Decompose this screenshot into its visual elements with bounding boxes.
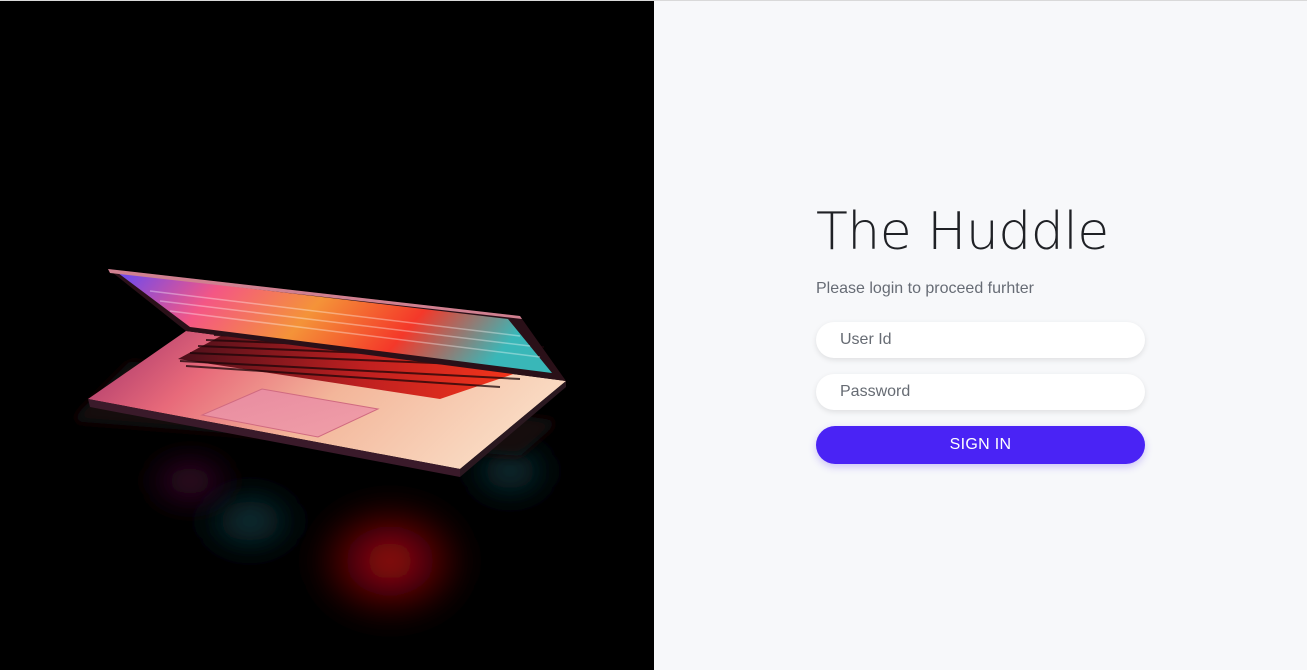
password-input[interactable] [816, 374, 1145, 410]
laptop-photo-icon [70, 269, 570, 631]
page-subtitle: Please login to proceed furhter [816, 280, 1034, 297]
page-title: The Huddle [816, 202, 1109, 262]
login-panel: The Huddle Please login to proceed furht… [654, 1, 1307, 670]
sign-in-button[interactable]: SIGN IN [816, 426, 1145, 464]
login-form: The Huddle Please login to proceed furht… [816, 199, 1145, 464]
user-id-input[interactable] [816, 322, 1145, 358]
login-page: The Huddle Please login to proceed furht… [0, 0, 1307, 670]
hero-image [0, 1, 654, 670]
